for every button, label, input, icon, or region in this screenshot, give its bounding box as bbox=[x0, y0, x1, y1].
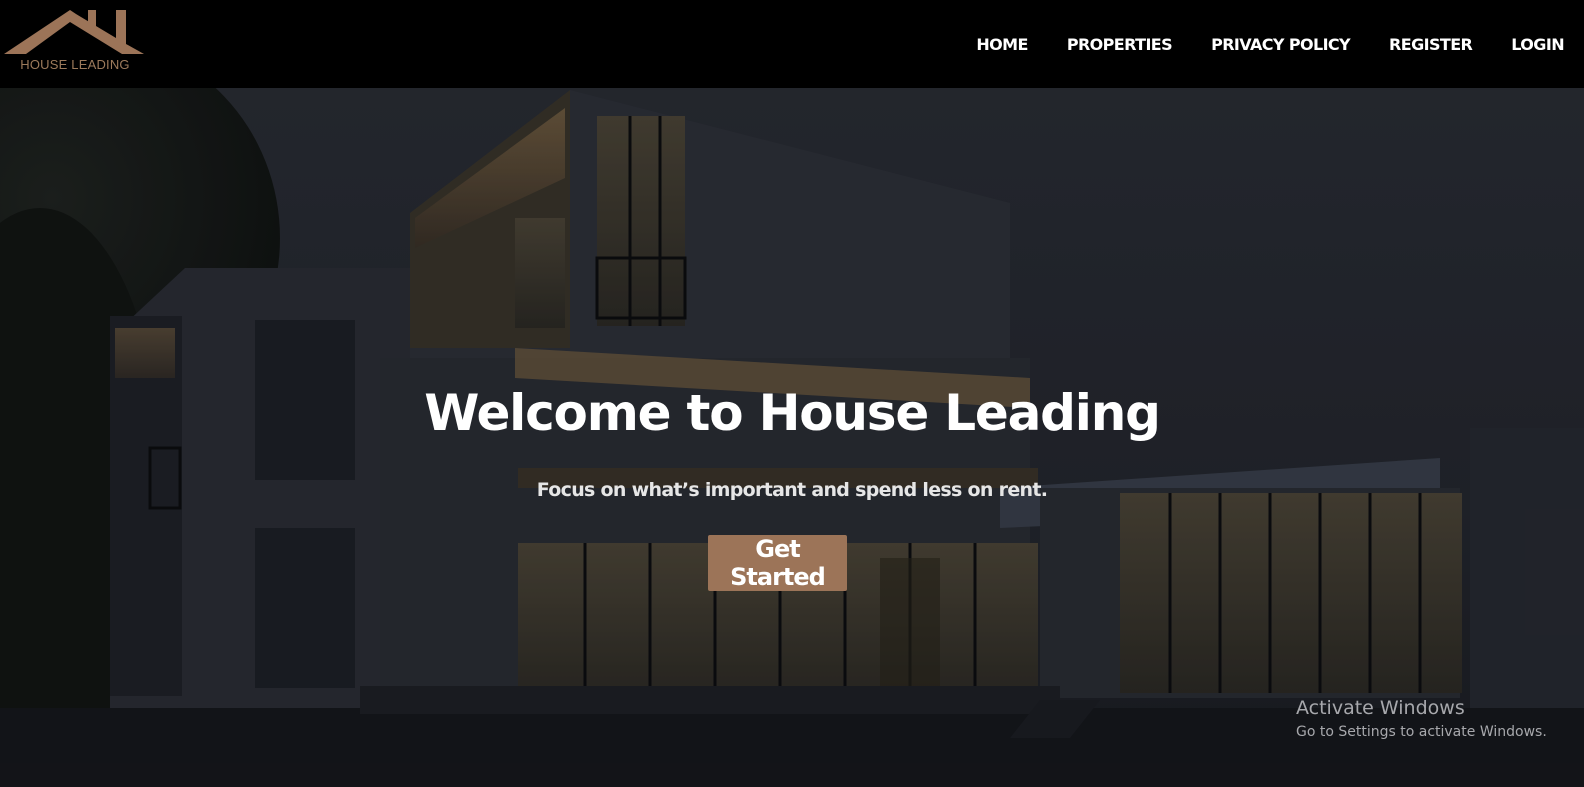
hero-subtitle: Focus on what’s important and spend less… bbox=[536, 479, 1048, 501]
nav-properties[interactable]: PROPERTIES bbox=[1067, 35, 1173, 54]
brand-logo[interactable]: HOUSE LEADING bbox=[4, 8, 146, 74]
get-started-button[interactable]: Get Started bbox=[708, 535, 847, 591]
brand-name: HOUSE LEADING bbox=[20, 57, 130, 72]
nav-home[interactable]: HOME bbox=[976, 35, 1028, 54]
hero-title: Welcome to House Leading bbox=[424, 384, 1161, 442]
main-nav: HOME PROPERTIES PRIVACY POLICY REGISTER … bbox=[976, 0, 1564, 88]
top-navbar: HOUSE LEADING HOME PROPERTIES PRIVACY PO… bbox=[0, 0, 1584, 88]
nav-register[interactable]: REGISTER bbox=[1389, 35, 1473, 54]
nav-privacy-policy[interactable]: PRIVACY POLICY bbox=[1211, 35, 1351, 54]
windows-activation-watermark: Activate Windows Go to Settings to activ… bbox=[1296, 697, 1547, 740]
hero-section: Welcome to House Leading Focus on what’s… bbox=[0, 88, 1584, 787]
watermark-title: Activate Windows bbox=[1296, 697, 1465, 719]
nav-login[interactable]: LOGIN bbox=[1511, 35, 1564, 54]
house-roof-icon bbox=[4, 10, 144, 54]
watermark-subtitle: Go to Settings to activate Windows. bbox=[1296, 724, 1547, 740]
